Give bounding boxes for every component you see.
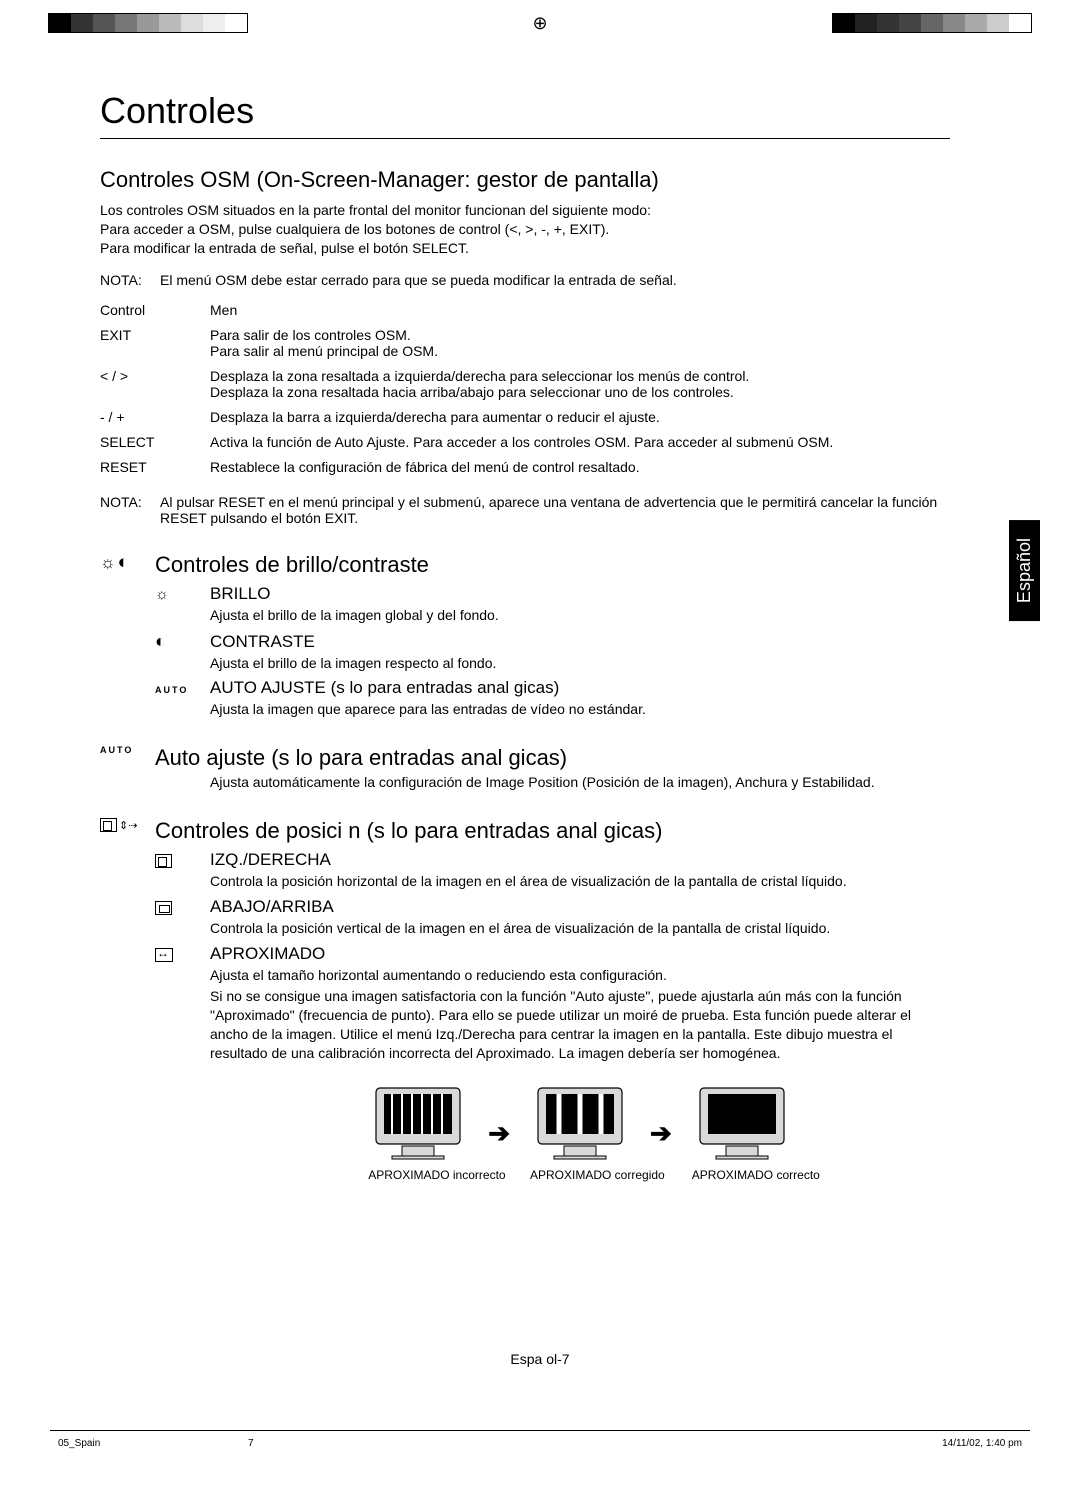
controls-table: Control Men EXIT Para salir de los contr…: [100, 298, 950, 480]
arrow-icon: ➔: [650, 1118, 672, 1149]
item-abajo-arriba-title: ABAJO/ARRIBA: [210, 897, 950, 917]
color-bar-right: [832, 13, 1032, 33]
section-brillo-contraste-title: Controles de brillo/contraste: [155, 552, 429, 578]
section-auto-title: Auto ajuste (s lo para entradas anal gic…: [155, 745, 950, 771]
table-row: SELECT Activa la función de Auto Ajuste.…: [100, 430, 950, 455]
item-aproximado-desc2: Si no se consigue una imagen satisfactor…: [210, 987, 950, 1063]
item-auto-ajuste-desc: Ajusta la imagen que aparece para las en…: [210, 700, 950, 719]
language-tab: Español: [1009, 520, 1040, 621]
table-row: RESET Restablece la configuración de fáb…: [100, 455, 950, 480]
monitor-caption-2: APROXIMADO corregido: [530, 1168, 630, 1182]
item-brillo-title: BRILLO: [210, 584, 950, 604]
footer-sheet: 7: [248, 1438, 254, 1449]
horizontal-position-icon: [155, 852, 210, 869]
footer-page-number: Espa ol-7: [0, 1351, 1080, 1367]
intro-line-3: Para modificar la entrada de señal, puls…: [100, 239, 950, 258]
intro-line-1: Los controles OSM situados en la parte f…: [100, 201, 950, 220]
item-aproximado-title: APROXIMADO: [210, 944, 950, 964]
crop-marks: ⊕: [0, 12, 1080, 34]
vertical-position-icon: [155, 899, 210, 916]
item-izq-derecha-title: IZQ./DERECHA: [210, 850, 950, 870]
brightness-icon: ☼: [155, 586, 210, 603]
note-label: NOTA:: [100, 494, 160, 526]
section-subtitle: Controles OSM (On-Screen-Manager: gestor…: [100, 167, 950, 193]
monitor-corrected-icon: [534, 1084, 626, 1160]
table-row: EXIT Para salir de los controles OSM. Pa…: [100, 323, 950, 364]
table-header-menu: Men: [210, 302, 950, 318]
footer-timestamp: 14/11/02, 1:40 pm: [942, 1438, 1022, 1449]
note-text: El menú OSM debe estar cerrado para que …: [160, 272, 950, 288]
monitor-correct-icon: [696, 1084, 788, 1160]
table-row: < / > Desplaza la zona resaltada a izqui…: [100, 364, 950, 405]
footer-divider: [50, 1430, 1030, 1431]
note-text: Al pulsar RESET en el menú principal y e…: [160, 494, 950, 526]
note-label: NOTA:: [100, 272, 160, 288]
width-icon: [155, 946, 210, 963]
auto-icon: AUTO: [155, 680, 210, 697]
item-contraste-desc: Ajusta el brillo de la imagen respecto a…: [210, 654, 950, 673]
page-title: Controles: [100, 90, 950, 132]
item-izq-derecha-desc: Controla la posición horizontal de la im…: [210, 872, 950, 891]
item-aproximado-desc1: Ajusta el tamaño horizontal aumentando o…: [210, 966, 950, 985]
table-header-control: Control: [100, 302, 210, 318]
item-contraste-title: CONTRASTE: [210, 632, 950, 652]
color-bar-left: [48, 13, 248, 33]
brightness-contrast-icon: ☼◐: [100, 552, 155, 574]
section-position-title: Controles de posici n (s lo para entrada…: [155, 818, 663, 844]
registration-mark-icon: ⊕: [532, 13, 547, 34]
section-auto-desc: Ajusta automáticamente la configuración …: [210, 773, 950, 792]
auto-icon: AUTO: [100, 745, 155, 755]
monitor-caption-1: APROXIMADO incorrecto: [368, 1168, 468, 1182]
monitor-caption-3: APROXIMADO correcto: [692, 1168, 792, 1182]
arrow-icon: ➔: [488, 1118, 510, 1149]
item-brillo-desc: Ajusta el brillo de la imagen global y d…: [210, 606, 950, 625]
monitor-incorrect-icon: [372, 1084, 464, 1160]
title-divider: [100, 138, 950, 139]
table-row: - / + Desplaza la barra a izquierda/dere…: [100, 405, 950, 430]
item-abajo-arriba-desc: Controla la posición vertical de la imag…: [210, 919, 950, 938]
footer-file: 05_Spain: [58, 1438, 100, 1449]
item-auto-ajuste-title: AUTO AJUSTE (s lo para entradas anal gic…: [210, 678, 950, 698]
contrast-icon: ◐: [155, 631, 210, 652]
position-controls-icon: ⇕⇢: [100, 818, 155, 832]
monitor-illustrations: APROXIMADO incorrecto ➔ APROXIMADO corre…: [210, 1084, 950, 1182]
intro-line-2: Para acceder a OSM, pulse cualquiera de …: [100, 220, 950, 239]
